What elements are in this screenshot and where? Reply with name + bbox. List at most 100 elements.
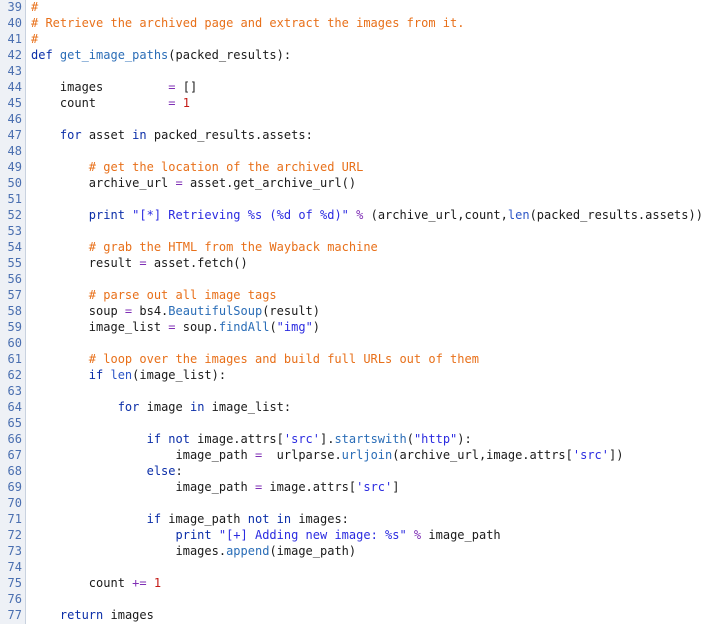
- code-line[interactable]: 56: [0, 271, 728, 287]
- code-line[interactable]: 66 if not image.attrs['src'].startswith(…: [0, 431, 728, 447]
- code-line[interactable]: 41 #: [0, 31, 728, 47]
- code-token: image.attrs[: [197, 432, 284, 446]
- code-token: =: [254, 448, 270, 462]
- code-token: soup: [31, 304, 125, 318]
- code-token: image: [139, 400, 190, 414]
- line-number: 59: [7, 320, 22, 334]
- code-line[interactable]: 58 soup = bs4.BeautifulSoup(result): [0, 303, 728, 319]
- code-token: image.attrs[: [269, 480, 357, 494]
- line-number: 75: [7, 576, 22, 590]
- code-line[interactable]: 47 for asset in packed_results.assets:: [0, 127, 728, 143]
- code-line[interactable]: 59 image_list = soup.findAll("img"): [0, 319, 728, 335]
- line-number: 40: [7, 16, 22, 30]
- code-line[interactable]: 64 for image in image_list:: [0, 399, 728, 415]
- code-line[interactable]: 76: [0, 591, 728, 607]
- code-line[interactable]: 65: [0, 415, 728, 431]
- code-text: #: [31, 31, 38, 47]
- code-token: +=: [132, 576, 154, 590]
- code-line[interactable]: 60: [0, 335, 728, 351]
- code-token: # grab the HTML from the Wayback machine: [88, 240, 378, 254]
- code-token: (archive_url,image.attrs[: [392, 448, 573, 462]
- code-line[interactable]: 53: [0, 223, 728, 239]
- code-token: images:: [291, 512, 349, 526]
- code-token: for: [59, 128, 82, 142]
- code-line[interactable]: 43: [0, 63, 728, 79]
- code-token: urlparse.: [269, 448, 342, 462]
- line-number: 76: [7, 592, 22, 606]
- code-token: findAll: [218, 320, 270, 334]
- code-line[interactable]: 57 # parse out all image tags: [0, 287, 728, 303]
- line-number: 46: [7, 112, 22, 126]
- line-number: 68: [7, 464, 22, 478]
- code-text: print "[*] Retrieving %s (%d of %d)" % (…: [31, 207, 703, 223]
- code-line[interactable]: 69 image_path = image.attrs['src']: [0, 479, 728, 495]
- code-token: not in: [247, 512, 292, 526]
- code-line[interactable]: 54 # grab the HTML from the Wayback mach…: [0, 239, 728, 255]
- code-token: 'src': [572, 448, 609, 462]
- code-line[interactable]: 50 archive_url = asset.get_archive_url(): [0, 175, 728, 191]
- code-line[interactable]: 48: [0, 143, 728, 159]
- code-line[interactable]: 72 print "[+] Adding new image: %s" % im…: [0, 527, 728, 543]
- line-number: 56: [7, 272, 22, 286]
- code-text: images = []: [31, 79, 197, 95]
- code-text: # Retrieve the archived page and extract…: [31, 15, 464, 31]
- code-token: =: [139, 256, 154, 270]
- code-line[interactable]: 55 result = asset.fetch(): [0, 255, 728, 271]
- code-token: image_path: [31, 480, 255, 494]
- code-token: ]): [609, 448, 624, 462]
- code-token: "http": [413, 432, 458, 446]
- code-token: get_image_paths: [59, 48, 169, 62]
- code-token: return: [59, 608, 104, 622]
- code-line[interactable]: 70: [0, 495, 728, 511]
- code-token: image_path: [31, 448, 255, 462]
- code-line[interactable]: 63: [0, 383, 728, 399]
- code-line[interactable]: 61 # loop over the images and build full…: [0, 351, 728, 367]
- code-editor[interactable]: 39 #40 # Retrieve the archived page and ex…: [0, 0, 728, 624]
- code-line[interactable]: 40 # Retrieve the archived page and extra…: [0, 15, 728, 31]
- code-line[interactable]: 74: [0, 559, 728, 575]
- code-line[interactable]: 39 #: [0, 0, 728, 15]
- code-line[interactable]: 45 count = 1: [0, 95, 728, 111]
- code-token: # parse out all image tags: [88, 288, 277, 302]
- code-line[interactable]: 77 return images: [0, 607, 728, 623]
- code-token: # get the location of the archived URL: [88, 160, 364, 174]
- line-number: 71: [7, 512, 22, 526]
- code-line[interactable]: 71 if image_path not in images:: [0, 511, 728, 527]
- code-line[interactable]: 51: [0, 191, 728, 207]
- code-text: count += 1: [31, 575, 161, 591]
- line-number: 51: [7, 192, 22, 206]
- code-token: #: [31, 0, 39, 14]
- code-text: # grab the HTML from the Wayback machine: [31, 239, 378, 255]
- code-line[interactable]: 49 # get the location of the archived UR…: [0, 159, 728, 175]
- code-token: ]: [392, 480, 400, 494]
- code-token: 'src': [356, 480, 393, 494]
- code-line[interactable]: 75 count += 1: [0, 575, 728, 591]
- line-number: 65: [7, 416, 22, 430]
- code-line[interactable]: 62 if len(image_list):: [0, 367, 728, 383]
- code-token: (: [406, 432, 414, 446]
- code-line[interactable]: 52 print "[*] Retrieving %s (%d of %d)" …: [0, 207, 728, 223]
- code-text: print "[+] Adding new image: %s" % image…: [31, 527, 501, 543]
- code-line[interactable]: 68 else:: [0, 463, 728, 479]
- line-number: 72: [7, 528, 22, 542]
- code-line[interactable]: 44 images = []: [0, 79, 728, 95]
- code-line[interactable]: 42 def get_image_paths(packed_results):: [0, 47, 728, 63]
- line-number: 77: [7, 608, 22, 622]
- code-token: archive_url: [31, 176, 176, 190]
- code-token: if: [88, 368, 111, 382]
- code-line[interactable]: 67 image_path = urlparse.urljoin(archive…: [0, 447, 728, 463]
- code-token: # Retrieve the archived page and extract…: [31, 16, 465, 30]
- code-token: soup.: [182, 320, 219, 334]
- line-number: 42: [7, 48, 22, 62]
- code-token: asset.fetch(): [153, 256, 248, 270]
- line-number: 66: [7, 432, 22, 446]
- code-line[interactable]: 73 images.append(image_path): [0, 543, 728, 559]
- code-token: "[*] Retrieving %s (%d of %d)": [132, 208, 349, 222]
- code-token: append: [226, 544, 270, 558]
- code-token: (result): [262, 304, 320, 318]
- code-text: if image_path not in images:: [31, 511, 349, 527]
- code-line[interactable]: 46: [0, 111, 728, 127]
- code-token: =: [254, 480, 270, 494]
